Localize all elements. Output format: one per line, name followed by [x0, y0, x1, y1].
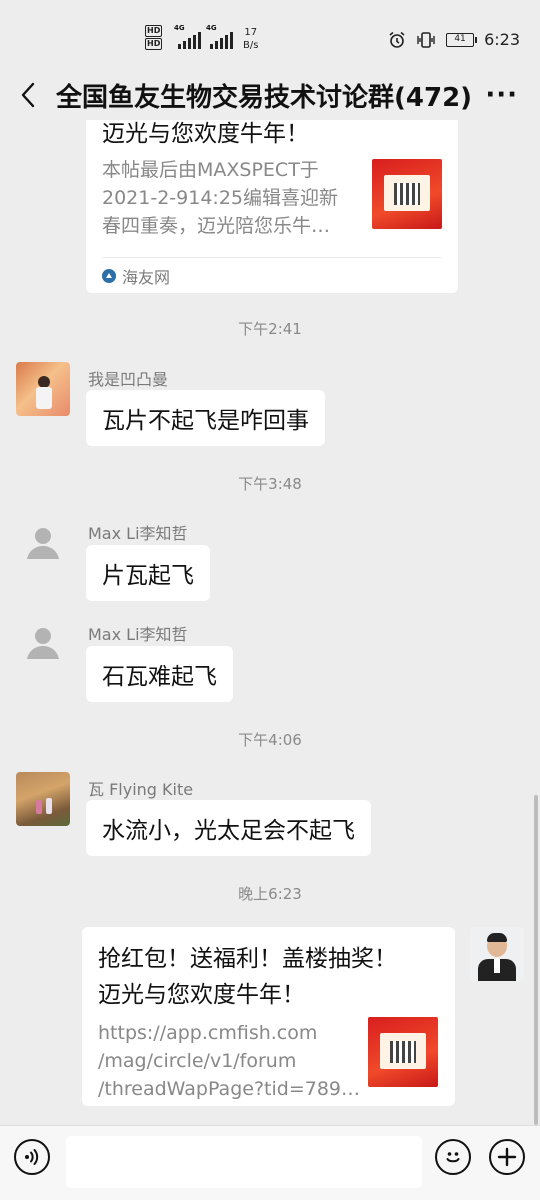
timestamp: 下午4:06	[238, 731, 302, 749]
sender-name: 我是凹凸曼	[88, 370, 169, 389]
message-input[interactable]	[66, 1136, 422, 1188]
plus-icon	[497, 1147, 517, 1167]
hd-indicator: HD HD	[145, 25, 163, 50]
link-card[interactable]: 抢红包！送福利！盖楼抽奖！ 迈光与您欢度牛年！ https://app.cmfi…	[82, 927, 455, 1106]
card-desc-line: 2021-2-914:25编辑喜迎新	[102, 187, 338, 209]
add-button[interactable]	[489, 1139, 525, 1175]
alarm-icon	[389, 31, 405, 48]
card-desc-line: https://app.cmfish.com	[98, 1022, 318, 1044]
card-thumbnail	[368, 1017, 438, 1087]
input-bar	[0, 1125, 540, 1200]
emoji-button[interactable]	[435, 1139, 471, 1175]
timestamp: 下午3:48	[238, 475, 302, 493]
sender-name: Max Li李知哲	[88, 524, 188, 543]
haiyou-logo-icon	[102, 269, 116, 283]
default-user-icon	[27, 528, 59, 559]
vibrate-icon	[417, 31, 435, 48]
timestamp: 晚上6:23	[238, 885, 302, 903]
card-title-line: 迈光与您欢度牛年！	[98, 982, 305, 1008]
default-user-icon	[27, 628, 59, 659]
chat-title: 全国鱼友生物交易技术讨论群(472)	[56, 82, 473, 113]
clock: 6:23	[484, 30, 520, 49]
sender-name: Max Li李知哲	[88, 625, 188, 644]
status-bar: HD HD 4G 4G 17 B/s 41 6:23	[0, 0, 540, 70]
voice-icon	[25, 1149, 39, 1165]
battery-icon: 41	[446, 32, 478, 47]
back-button[interactable]	[0, 70, 56, 120]
card-source: 海友网	[102, 264, 170, 288]
message-bubble[interactable]: 瓦片不起飞是咋回事	[86, 390, 325, 446]
card-desc-line: /mag/circle/v1/forum	[98, 1050, 297, 1072]
timestamp: 下午2:41	[238, 320, 302, 338]
avatar[interactable]	[16, 617, 70, 671]
card-thumbnail	[372, 159, 442, 229]
avatar[interactable]	[16, 362, 70, 416]
card-desc-line: 本帖最后由MAXSPECT于	[102, 159, 319, 181]
message-list[interactable]: 迈光与您欢度牛年！ 本帖最后由MAXSPECT于 2021-2-914:25编辑…	[0, 120, 540, 1125]
card-desc-line: 春四重奏，迈光陪您乐牛…	[102, 215, 331, 237]
emoji-icon	[446, 1152, 460, 1163]
link-card[interactable]: 迈光与您欢度牛年！ 本帖最后由MAXSPECT于 2021-2-914:25编辑…	[86, 120, 458, 293]
network-speed: 17 B/s	[243, 27, 259, 51]
more-icon[interactable]: ···	[485, 80, 518, 110]
card-title-line: 抢红包！送福利！盖楼抽奖！	[98, 946, 397, 972]
card-title: 迈光与您欢度牛年！	[102, 121, 309, 147]
chevron-left-icon	[21, 82, 35, 108]
my-avatar[interactable]	[470, 927, 524, 981]
card-desc-line: /threadWapPage?tid=789…	[98, 1078, 361, 1100]
avatar[interactable]	[16, 517, 70, 571]
message-bubble[interactable]: 片瓦起飞	[86, 545, 210, 601]
message-bubble[interactable]: 水流小，光太足会不起飞	[86, 800, 371, 856]
signal-icon-2: 4G	[206, 24, 233, 49]
chat-header: 全国鱼友生物交易技术讨论群(472) ···	[0, 70, 540, 120]
sender-name: 瓦 Flying Kite	[88, 780, 194, 799]
signal-icon-1: 4G	[174, 24, 201, 49]
voice-button[interactable]	[14, 1139, 50, 1175]
scrollbar[interactable]	[534, 795, 538, 1125]
avatar[interactable]	[16, 772, 70, 826]
message-bubble[interactable]: 石瓦难起飞	[86, 646, 233, 702]
